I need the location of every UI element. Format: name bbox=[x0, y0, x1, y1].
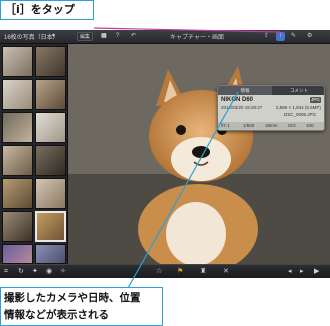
tab-info[interactable]: 情報 bbox=[218, 86, 272, 95]
redeye-icon[interactable]: ◉ bbox=[46, 267, 52, 277]
file-name: DSC_0005.JPG bbox=[284, 112, 317, 117]
thumbnail[interactable] bbox=[2, 211, 33, 242]
photo-info-panel: 情報 コメント NIKON D60 JPG 2012/03/20 15:28:2… bbox=[217, 85, 325, 131]
undo-icon[interactable]: ↶ bbox=[131, 32, 136, 41]
camera-model: NIKON D60 bbox=[221, 97, 254, 103]
thumbnail[interactable] bbox=[2, 79, 33, 110]
thumbnail[interactable] bbox=[35, 79, 66, 110]
help-icon[interactable]: ? bbox=[116, 32, 119, 41]
effects-icon[interactable]: ✧ bbox=[60, 267, 66, 277]
thumbnail[interactable] bbox=[2, 244, 33, 264]
flag-icon[interactable]: ⚑ bbox=[177, 267, 183, 277]
edit-button[interactable]: 編集 bbox=[77, 32, 93, 41]
album-button[interactable]: 16枚の写真（日本） bbox=[4, 32, 59, 41]
exif-iso-value: 100 bbox=[306, 123, 314, 128]
gear-icon[interactable]: ⚙ bbox=[307, 32, 312, 41]
exif-shutter: 1/500 bbox=[243, 123, 255, 128]
star-icon[interactable]: ☆ bbox=[156, 267, 162, 277]
top-toolbar: 16枚の写真（日本） ▾ 編集 ▦ ? ↶ キャプチャー・画面 ⇪ i ✎ ⚙ bbox=[0, 30, 330, 44]
thumbnail[interactable] bbox=[35, 112, 66, 143]
trash-icon[interactable]: ♜ bbox=[200, 267, 206, 277]
previous-icon[interactable]: ◂ bbox=[288, 267, 292, 277]
photo-app-screen: 16枚の写真（日本） ▾ 編集 ▦ ? ↶ キャプチャー・画面 ⇪ i ✎ ⚙ bbox=[0, 30, 330, 278]
dog-photo bbox=[68, 44, 330, 264]
thumbnail-selected[interactable] bbox=[35, 211, 66, 242]
info-tabs: 情報 コメント bbox=[218, 86, 324, 95]
play-icon[interactable]: ▶ bbox=[314, 267, 319, 277]
thumbnail[interactable] bbox=[35, 145, 66, 176]
window-title: キャプチャー・画面 bbox=[170, 35, 224, 41]
thumbnail-grid bbox=[0, 44, 68, 264]
info-body: NIKON D60 JPG 2012/03/20 15:28:27 2,896 … bbox=[218, 95, 324, 130]
thumbnail[interactable] bbox=[35, 244, 66, 264]
photo-viewer[interactable] bbox=[68, 44, 330, 264]
enhance-icon[interactable]: ✦ bbox=[32, 267, 38, 277]
share-icon[interactable]: ⇪ bbox=[264, 32, 269, 41]
format-badge: JPG bbox=[310, 97, 321, 103]
exif-focal-length: 18mm bbox=[265, 123, 278, 128]
callout-line-2: 情報などが表示される bbox=[4, 309, 109, 321]
rotate-icon[interactable]: ↻ bbox=[18, 267, 24, 277]
image-resolution: 2,896 × 1,944 (5.6MP) bbox=[276, 105, 321, 110]
chevron-down-icon[interactable]: ▾ bbox=[52, 32, 55, 41]
thumbnail[interactable] bbox=[35, 178, 66, 209]
exif-iso-label: ISO bbox=[288, 123, 296, 128]
thumbnail[interactable] bbox=[2, 46, 33, 77]
crop-icon[interactable]: ⌗ bbox=[4, 267, 8, 277]
close-icon[interactable]: ✕ bbox=[223, 267, 229, 277]
next-icon[interactable]: ▸ bbox=[300, 267, 304, 277]
callout-info-description: 撮影したカメラや日時、位置 情報などが表示される bbox=[0, 287, 163, 326]
exif-row: f/7.1 1/500 18mm ISO 100 bbox=[218, 122, 324, 130]
tab-comment[interactable]: コメント bbox=[272, 86, 324, 95]
thumbnail[interactable] bbox=[35, 46, 66, 77]
callout-tap-info: ［i］をタップ bbox=[0, 0, 94, 20]
bottom-toolbar: ⌗ ↻ ✦ ◉ ✧ ☆ ⚑ ♜ ✕ ◂ ▸ ▶ bbox=[0, 264, 330, 278]
grid-icon[interactable]: ▦ bbox=[101, 32, 107, 41]
brush-icon[interactable]: ✎ bbox=[291, 32, 296, 41]
thumbnail[interactable] bbox=[2, 112, 33, 143]
info-icon[interactable]: i bbox=[276, 32, 285, 41]
callout-tap-info-text: ［i］をタップ bbox=[5, 3, 75, 16]
capture-datetime: 2012/03/20 15:28:27 bbox=[221, 105, 263, 110]
thumbnail[interactable] bbox=[2, 145, 33, 176]
exif-aperture: f/7.1 bbox=[221, 123, 230, 128]
callout-line-1: 撮影したカメラや日時、位置 bbox=[4, 292, 141, 304]
thumbnail[interactable] bbox=[2, 178, 33, 209]
